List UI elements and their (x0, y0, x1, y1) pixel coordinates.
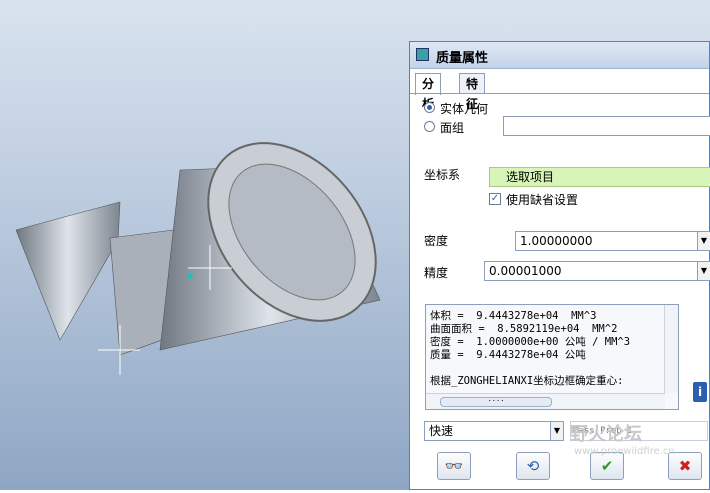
results-vertical-scrollbar[interactable] (664, 305, 678, 393)
glasses-icon: 👓 (444, 457, 464, 475)
quilt-radio[interactable] (424, 121, 435, 132)
repeat-icon: ⟲ (526, 457, 540, 475)
coord-system-select-text: 选取项目 (506, 170, 555, 184)
chevron-down-icon[interactable]: ▼ (697, 262, 710, 280)
dialog-title: 质量属性 (436, 51, 489, 66)
watermark-text: 野火论坛 (570, 424, 642, 445)
model-graphic (15, 142, 381, 375)
result-line: 质量 = 9.4443278e+04 公吨 (430, 349, 586, 361)
solid-geometry-label: 实体几何 (440, 102, 489, 116)
preview-button[interactable]: 👓 (437, 452, 471, 480)
density-label: 密度 (424, 234, 449, 248)
quilt-select-field[interactable] (503, 116, 710, 136)
mode-select[interactable]: 快速 ▼ (424, 421, 564, 441)
scroll-thumb[interactable]: ···· (440, 397, 552, 407)
coord-system-select[interactable]: 选取项目 (489, 167, 710, 187)
solid-geometry-radio[interactable] (424, 102, 435, 113)
dialog-app-icon (416, 48, 429, 61)
density-value: 1.00000000 (520, 234, 593, 248)
info-icon[interactable]: i (693, 382, 707, 402)
chevron-down-icon[interactable]: ▼ (697, 232, 710, 250)
default-setting-checkbox[interactable]: ✓ (489, 193, 501, 205)
results-textbox[interactable]: 体积 = 9.4443278e+04 MM^3 曲面面积 = 8.5892119… (425, 304, 679, 410)
density-input[interactable]: 1.00000000 ▼ (515, 231, 710, 251)
default-setting-label: 使用缺省设置 (506, 193, 579, 207)
mode-value: 快速 (429, 424, 454, 438)
precision-value: 0.00001000 (489, 264, 562, 278)
dialog-titlebar[interactable]: 质量属性 (410, 42, 709, 69)
tab-divider (410, 93, 709, 94)
mass-properties-dialog: 质量属性 分析 特征 实体几何 面组 坐标系 选取项目 ✓ 使用缺省设置 密度 … (409, 41, 710, 490)
checkmark-icon: ✔ (600, 457, 614, 475)
precision-input[interactable]: 0.00001000 ▼ (484, 261, 710, 281)
quilt-label: 面组 (440, 121, 465, 135)
result-line: 根据_ZONGHELIANXI坐标边框确定重心: (430, 375, 624, 387)
precision-label: 精度 (424, 266, 449, 280)
close-icon: ✖ (678, 457, 692, 475)
chevron-down-icon[interactable]: ▼ (550, 422, 563, 440)
watermark-url: www.proewildfire.cn (574, 446, 675, 457)
results-horizontal-scrollbar[interactable]: ···· (426, 393, 665, 409)
tab-analysis[interactable]: 分析 (415, 73, 442, 111)
repeat-button[interactable]: ⟲ (516, 452, 550, 480)
tab-feature[interactable]: 特征 (459, 73, 486, 111)
coord-system-label: 坐标系 (424, 168, 461, 182)
